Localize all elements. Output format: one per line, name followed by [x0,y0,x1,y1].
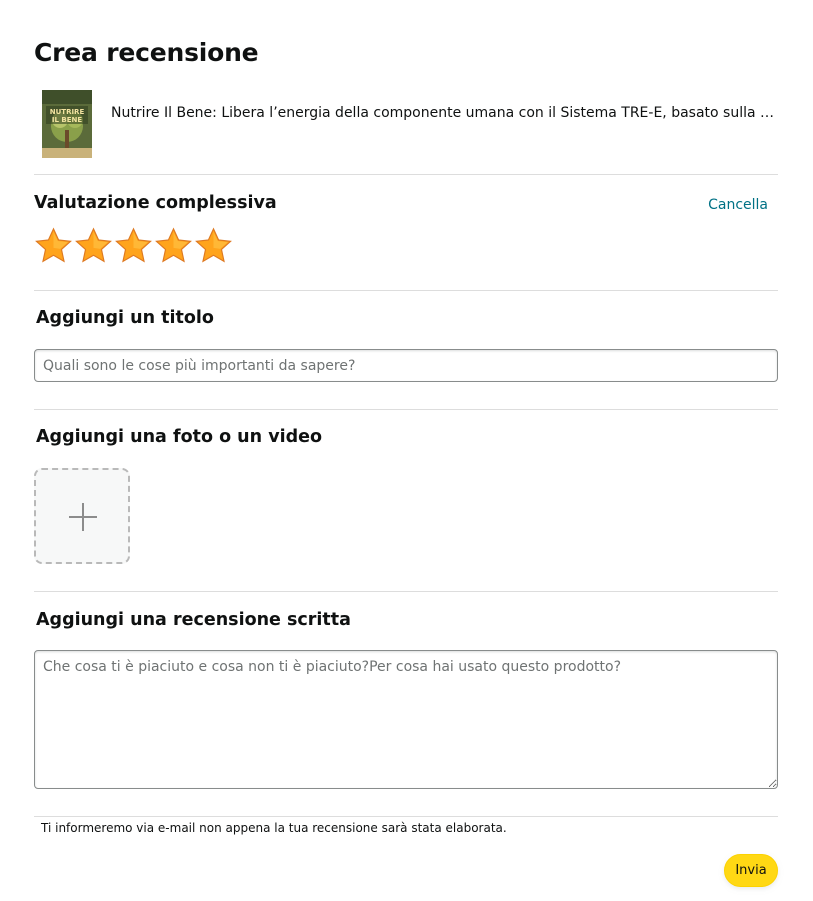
divider [34,409,778,410]
star-icon[interactable] [74,227,113,265]
divider [34,816,778,817]
divider [34,591,778,592]
email-notice: Ti informeremo via e-mail non appena la … [41,821,507,835]
title-heading: Aggiungi un titolo [36,308,214,328]
review-text-input[interactable] [34,650,778,789]
media-heading: Aggiungi una foto o un video [36,427,323,447]
star-icon[interactable] [154,227,193,265]
star-icon[interactable] [34,227,73,265]
divider [34,174,778,175]
add-media-button[interactable] [34,468,130,564]
submit-button[interactable]: Invia [724,854,778,887]
product-title[interactable]: Nutrire Il Bene: Libera l’energia della … [111,105,778,121]
star-icon[interactable] [194,227,233,265]
svg-text:NUTRIRE: NUTRIRE [50,108,85,116]
rating-heading: Valutazione complessiva [34,193,277,213]
clear-rating-link[interactable]: Cancella [708,197,768,213]
review-title-input[interactable] [34,349,778,382]
star-rating[interactable] [34,227,233,265]
page-title: Crea recensione [34,38,259,67]
star-icon[interactable] [114,227,153,265]
written-review-heading: Aggiungi una recensione scritta [36,610,351,630]
product-summary: NUTRIRE IL BENE Nutrire Il Bene: Libera … [34,88,778,160]
divider [34,290,778,291]
product-cover-image: NUTRIRE IL BENE [42,90,92,158]
svg-text:IL BENE: IL BENE [52,116,82,124]
